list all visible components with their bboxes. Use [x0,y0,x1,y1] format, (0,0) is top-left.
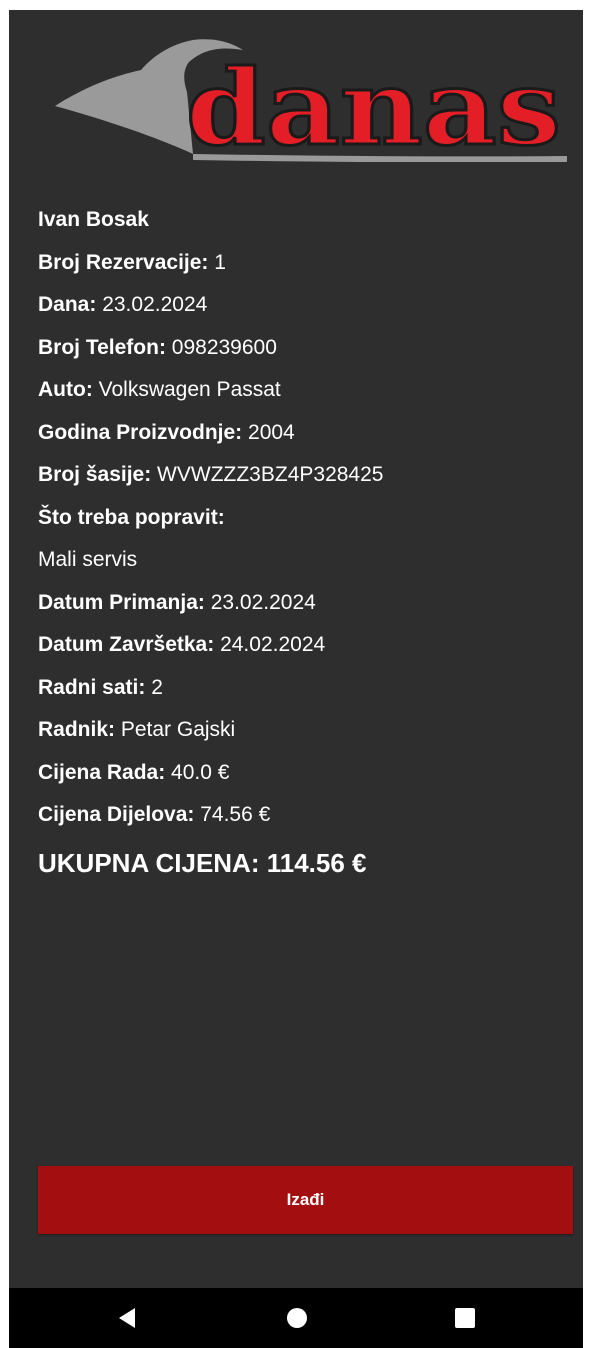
worker-row: Radnik: Petar Gajski [38,716,568,759]
parts-price-row: Cijena Dijelova: 74.56 € [38,801,568,844]
car-value: Volkswagen Passat [92,378,281,401]
chassis-number-value: WVWZZZ3BZ4P328425 [151,463,384,486]
production-year-row: Godina Proizvodnje: 2004 [38,419,568,462]
work-hours-row: Radni sati: 2 [38,674,568,717]
total-price-row: UKUPNA CIJENA: 114.56 € [38,846,568,889]
repair-needed-label: Što treba popravit: [38,505,225,529]
square-recent-icon [455,1308,475,1328]
phone-value: 098239600 [165,335,277,359]
chassis-number-label: Broj šasije: [38,463,152,486]
reservation-number-label: Broj Rezervacije: [38,250,209,274]
date-row: Dana: 23.02.2024 [38,291,568,334]
triangle-back-icon [119,1308,135,1328]
android-navigation-bar [9,1288,583,1348]
total-price-value: 114.56 € [259,847,367,878]
repair-needed-value-row: Mali servis [38,546,568,589]
danas-logo: danas [55,39,567,162]
reservation-number-value: 1 [208,250,226,274]
repair-needed-value: Mali servis [38,548,138,571]
back-button[interactable] [87,1288,167,1348]
work-hours-value: 2 [145,675,163,699]
production-year-label: Godina Proizvodnje: [38,420,243,444]
customer-name: Ivan Bosak [38,208,149,231]
reservation-number-row: Broj Rezervacije: 1 [38,249,568,292]
date-label: Dana: [38,293,97,316]
chassis-number-row: Broj šasije: WVWZZZ3BZ4P328425 [38,461,568,504]
phone-frame: danas Ivan Bosak Broj Rezervacije: 1 Dan… [9,10,583,1348]
received-date-value: 23.02.2024 [204,590,316,614]
circle-home-icon [287,1308,307,1328]
received-date-label: Datum Primanja: [38,590,205,614]
recent-apps-button[interactable] [425,1288,505,1348]
date-value: 23.02.2024 [96,293,208,316]
worker-value: Petar Gajski [115,718,236,741]
completion-date-row: Datum Završetka: 24.02.2024 [38,631,568,674]
reservation-details: Ivan Bosak Broj Rezervacije: 1 Dana: 23.… [38,206,568,888]
exit-button[interactable]: Izađi [38,1166,573,1234]
phone-label: Broj Telefon: [38,335,166,359]
labor-price-row: Cijena Rada: 40.0 € [38,759,568,802]
parts-price-label: Cijena Dijelova: [38,803,195,826]
phone-row: Broj Telefon: 098239600 [38,334,568,377]
app-screen: danas Ivan Bosak Broj Rezervacije: 1 Dan… [9,10,583,1288]
received-date-row: Datum Primanja: 23.02.2024 [38,589,568,632]
repair-needed-label-row: Što treba popravit: [38,504,568,547]
production-year-value: 2004 [242,420,295,444]
completion-date-value: 24.02.2024 [214,633,326,656]
labor-price-label: Cijena Rada: [38,760,166,784]
work-hours-label: Radni sati: [38,675,146,699]
car-label: Auto: [38,378,93,401]
labor-price-value: 40.0 € [165,760,230,784]
parts-price-value: 74.56 € [194,803,271,826]
car-row: Auto: Volkswagen Passat [38,376,568,419]
completion-date-label: Datum Završetka: [38,633,215,656]
logo-text: danas [186,46,561,162]
total-price-label: UKUPNA CIJENA: [38,847,260,878]
worker-label: Radnik: [38,718,116,741]
home-button[interactable] [257,1288,337,1348]
